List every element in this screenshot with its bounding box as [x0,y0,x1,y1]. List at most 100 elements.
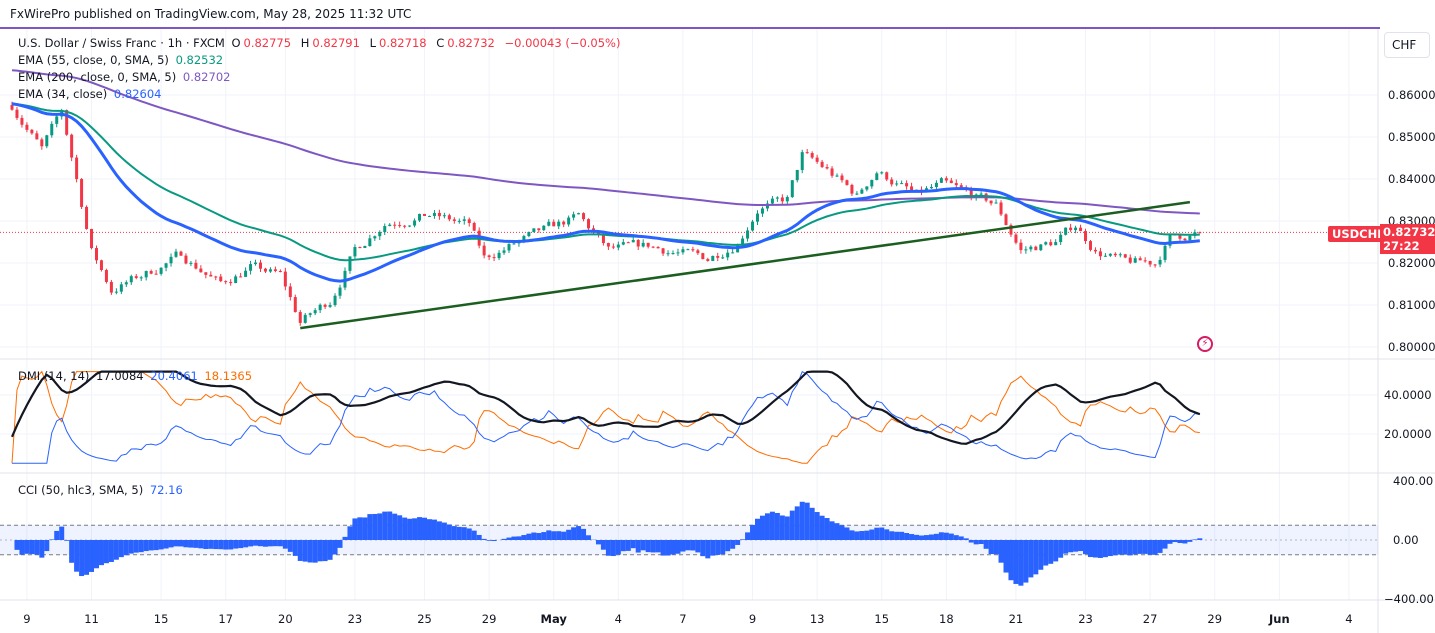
candle-body [721,257,725,259]
cci-bar [272,540,278,547]
candle-body [577,213,581,215]
candle-body [661,248,665,254]
ema34-legend[interactable]: EMA (34, close) 0.82604 [18,87,164,101]
cci-bar [779,515,785,540]
candle-body [890,179,894,185]
cci-bar [173,540,179,547]
cci-bar [968,540,974,543]
cci-bar [834,523,840,540]
candle-body [129,276,133,283]
cci-bar [426,519,432,540]
candle-body [229,282,233,284]
cci-bar [730,540,736,549]
date-tick-label: 9 [749,612,756,626]
cci-bar [262,540,268,547]
cci-bar [993,540,999,555]
cci-bar [928,534,934,540]
candle-body [1128,257,1132,263]
date-tick-label: 29 [482,612,497,626]
cci-bar [615,540,621,555]
date-tick-label: 7 [679,612,686,626]
candle-body [447,215,451,220]
candle-body [482,245,486,256]
dmi-legend[interactable]: DMI (14, 14) 17.0084 20.4061 18.1365 [18,369,255,383]
candle-body [45,135,49,147]
cci-legend[interactable]: CCI (50, hlc3, SMA, 5) 72.16 [18,483,186,497]
candle-body [50,123,54,136]
candle-body [621,242,625,245]
candle-body [616,244,620,248]
candle-body [1138,258,1142,261]
candle-body [1188,235,1192,241]
cci-bar [417,517,423,540]
candle-body [114,291,118,293]
minus-di-value: 18.1365 [204,369,253,383]
cci-bar [446,524,452,540]
candle-body [934,182,938,188]
candle-body [1024,249,1028,251]
cci-bar [267,540,273,547]
ema200-legend[interactable]: EMA (200, close, 0, SMA, 5) 0.82702 [18,70,233,84]
candle-body [467,219,471,223]
cci-bar [710,540,716,556]
lightning-icon[interactable]: ⚡ [1197,336,1213,352]
cci-bar [1182,540,1188,544]
ema200-value: 0.82702 [182,70,231,84]
cci-bar [64,540,70,541]
candle-body [119,284,123,292]
cci-bar [884,529,890,540]
cci-bar [774,512,780,540]
candle-body [666,253,670,255]
candle-body [174,251,178,257]
cci-bar [1172,540,1178,543]
cci-bar [909,534,915,540]
cci-bar [461,527,467,540]
cci-bar [551,531,557,540]
date-tick-label: 27 [1143,612,1158,626]
symbol-legend[interactable]: U.S. Dollar / Swiss Franc · 1h · FXCM O0… [18,36,623,50]
cci-bar [14,540,20,550]
cci-bar [54,530,60,540]
cci-bar [491,540,497,542]
ema55-label: EMA (55, close, 0, SMA, 5) [18,53,169,67]
date-tick-label: 4 [1345,612,1352,626]
cci-bar [889,531,895,540]
candle-body [1088,241,1092,250]
cci-bar [745,532,751,540]
cci-bar [1087,540,1093,558]
cci-bar [59,526,65,540]
cci-bar [347,526,353,540]
candle-body [860,189,864,194]
currency-button[interactable]: CHF [1384,32,1430,58]
cci-bar [307,540,313,563]
candle-body [701,253,705,260]
candle-body [885,172,889,180]
candle-body [308,313,312,315]
cci-bar [824,518,830,540]
date-tick-label: 9 [23,612,30,626]
candle-body [1178,235,1182,239]
date-tick-label: 23 [1078,612,1093,626]
cci-bar [1157,540,1163,553]
candle-body [189,262,193,264]
cci-bar [84,540,90,575]
candle-body [94,248,98,261]
cci-bar [89,540,95,572]
cci-bar [123,540,129,556]
candle-body [845,180,849,185]
candle-body [770,198,774,204]
cci-bar [640,540,646,551]
chart-canvas[interactable]: 0.860000.850000.840000.830000.820000.810… [0,0,1435,633]
cci-bar [874,527,880,540]
cci-bar [586,535,592,540]
cci-bar [516,536,522,540]
candle-body [572,214,576,218]
cci-bar [1018,540,1024,586]
candle-body [457,220,461,222]
cci-tick-label: 400.00 [1393,474,1433,488]
candle-body [651,246,655,248]
cci-bar [595,540,601,545]
cci-bar [541,532,547,540]
ema55-legend[interactable]: EMA (55, close, 0, SMA, 5) 0.82532 [18,53,226,67]
cci-bar [253,540,259,546]
